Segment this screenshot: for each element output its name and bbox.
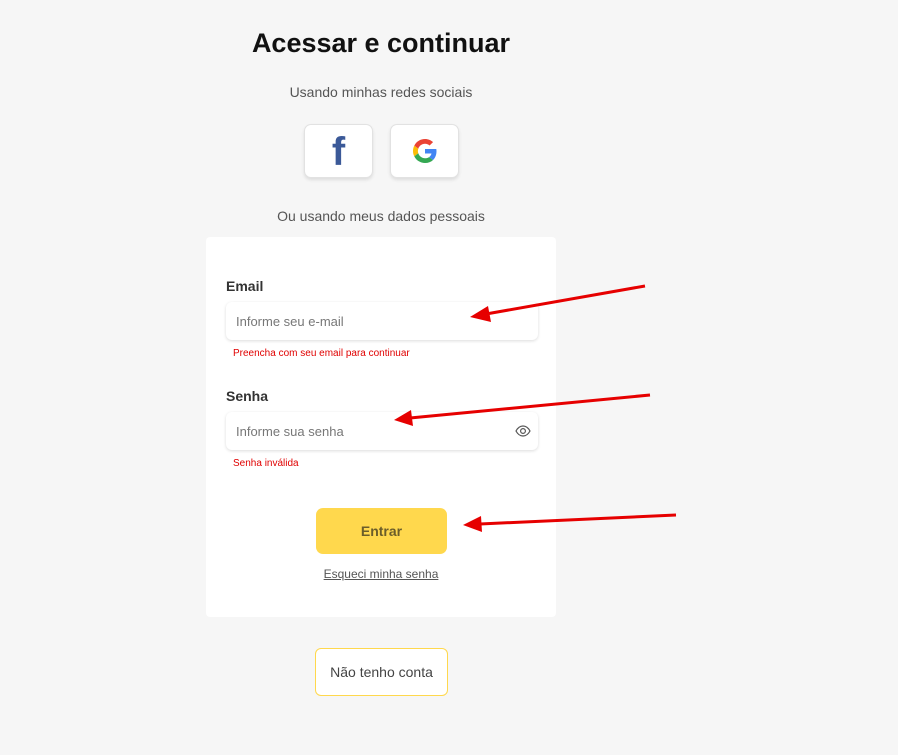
page-title: Acessar e continuar [251,28,511,58]
email-error-message: Preencha com seu email para continuar [233,348,410,359]
password-field[interactable] [226,412,538,450]
login-form-card: Email Preencha com seu email para contin… [206,237,556,617]
email-field[interactable] [226,302,538,340]
email-field-wrapper [226,302,538,340]
email-label: Email [226,278,264,294]
google-login-button[interactable] [390,124,459,178]
forgot-password-link[interactable]: Esqueci minha senha [206,567,556,581]
no-account-button[interactable]: Não tenho conta [315,648,448,696]
personal-login-subtitle: Ou usando meus dados pessoais [277,208,485,224]
submit-button[interactable]: Entrar [316,508,447,554]
google-icon [412,139,436,163]
facebook-icon: f [331,130,346,174]
social-login-subtitle: Usando minhas redes sociais [289,84,473,100]
password-label: Senha [226,388,269,404]
facebook-login-button[interactable]: f [304,124,373,178]
password-field-wrapper [226,412,538,450]
password-error-message: Senha inválida [233,458,299,469]
eye-icon[interactable] [514,423,532,439]
